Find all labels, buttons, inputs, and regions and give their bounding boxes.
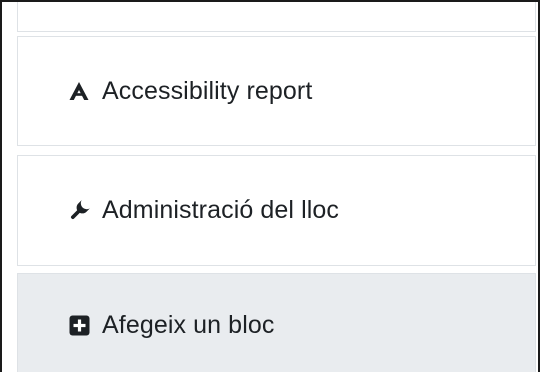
previous-item-edge	[17, 2, 536, 32]
accessibility-report-label: Accessibility report	[102, 76, 313, 105]
plus-square-icon	[68, 315, 90, 337]
accessibility-icon	[68, 80, 90, 102]
add-block-label: Afegeix un bloc	[102, 311, 275, 339]
accessibility-report-link[interactable]: Accessibility report	[17, 36, 536, 146]
wrench-icon	[68, 199, 90, 222]
block-panel-frame: Accessibility report Administració del l…	[0, 0, 540, 372]
block-menu: Accessibility report Administració del l…	[17, 2, 537, 372]
site-administration-link[interactable]: Administració del lloc	[17, 155, 536, 266]
site-administration-label: Administració del lloc	[102, 196, 340, 224]
add-block-link[interactable]: Afegeix un bloc	[17, 273, 536, 372]
